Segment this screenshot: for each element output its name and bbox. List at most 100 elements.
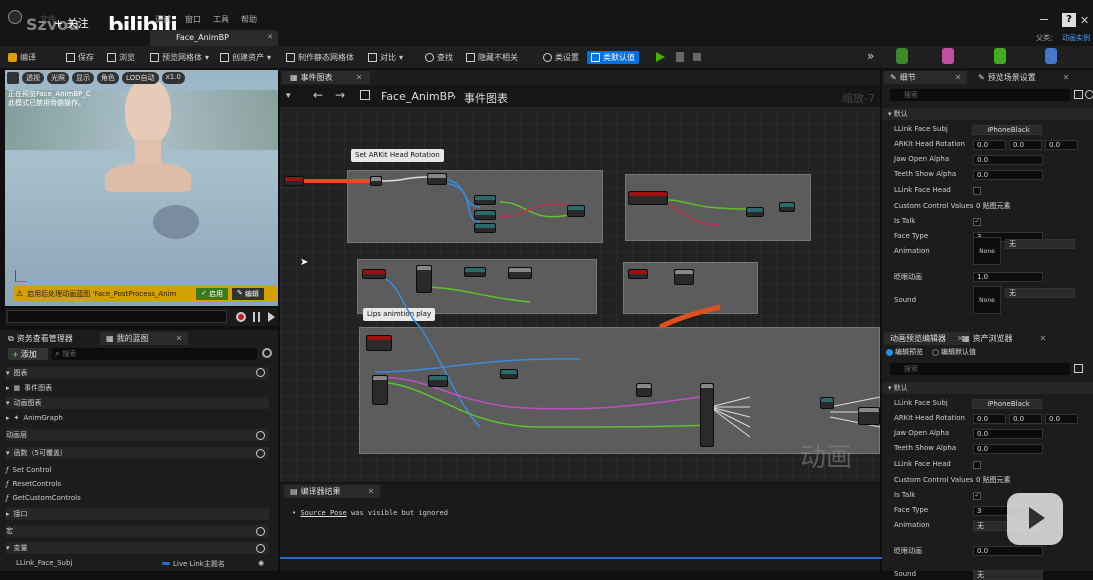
- close-tab-icon[interactable]: ✕: [176, 334, 183, 343]
- event-node[interactable]: [284, 176, 304, 186]
- preview-prop-value[interactable]: 0 贴图元素: [973, 476, 1033, 486]
- details-prop-value[interactable]: 0.0: [973, 170, 1043, 180]
- tab-compiler-results[interactable]: ▤ 编译器结果 ✕: [284, 485, 381, 498]
- settings-gear-icon[interactable]: [262, 348, 272, 358]
- graph-node[interactable]: [628, 269, 648, 279]
- graph-node[interactable]: [474, 195, 496, 205]
- section-graphs[interactable]: ▾ 图表: [6, 367, 269, 379]
- minimize-icon[interactable]: [1040, 19, 1048, 20]
- hide-unrelated-button[interactable]: 隐藏不相关: [466, 51, 518, 64]
- source-pose-link[interactable]: Source Pose: [300, 509, 346, 517]
- section-anim-layers[interactable]: 动画层: [6, 429, 269, 441]
- tab-anim-preview-editor[interactable]: 动画预览编辑器 ✕: [884, 332, 970, 345]
- graph-node[interactable]: [366, 335, 392, 351]
- section-variables[interactable]: ▾ 变量: [6, 542, 269, 554]
- asset-thumbnail[interactable]: None: [973, 286, 1001, 314]
- close-window-icon[interactable]: ✕: [1080, 14, 1089, 27]
- preview-prop-value[interactable]: 0.0: [973, 414, 1006, 424]
- enable-postprocess-button[interactable]: ✓ 启用: [196, 287, 229, 300]
- tab-event-graph[interactable]: ▦ 事件图表 ✕: [282, 71, 371, 84]
- details-prop-value[interactable]: 无: [1005, 239, 1075, 249]
- character-button[interactable]: 角色: [97, 72, 119, 84]
- details-prop-value[interactable]: 0 贴图元素: [973, 202, 1033, 212]
- graph-node[interactable]: [500, 369, 518, 379]
- graph-node[interactable]: [428, 375, 448, 387]
- breadcrumb-graph[interactable]: 事件图表: [464, 90, 508, 106]
- play-icon[interactable]: [656, 52, 665, 62]
- pause-icon[interactable]: [253, 312, 260, 322]
- table-view-icon[interactable]: [1074, 90, 1083, 99]
- tab-details[interactable]: ✎ 细节 ✕: [884, 71, 968, 84]
- browse-button[interactable]: 浏览: [107, 51, 135, 64]
- graph-node[interactable]: [474, 210, 496, 220]
- graph-node[interactable]: [427, 173, 447, 185]
- playback-speed-button[interactable]: x1.0: [161, 72, 185, 84]
- menu-item-help[interactable]: 帮助: [241, 14, 257, 25]
- details-search-input[interactable]: 搜索: [890, 89, 1070, 101]
- details-prop-value[interactable]: 无: [1005, 288, 1075, 298]
- table-view-icon[interactable]: [1074, 364, 1083, 373]
- details-checkbox[interactable]: [973, 187, 981, 195]
- details-section-default[interactable]: ▾ 默认: [882, 108, 1093, 120]
- variable-row[interactable]: LLink_Face_Subj Live Link主题名 ◉: [16, 558, 271, 570]
- graph-node[interactable]: [372, 375, 388, 405]
- visibility-eye-icon[interactable]: ◉: [258, 559, 264, 567]
- details-prop-value[interactable]: 0.0: [973, 140, 1006, 150]
- menu-item-file[interactable]: 文件: [40, 14, 56, 25]
- viewport[interactable]: 透视 光照 显示 角色 LOD自动 x1.0 正在预览Face_AnimBP_C…: [5, 70, 278, 306]
- viewport-menu-icon[interactable]: [7, 72, 19, 84]
- preview-prop-value[interactable]: 无: [973, 570, 1043, 580]
- follow-button[interactable]: + 关注: [54, 15, 89, 31]
- create-asset-button[interactable]: 创建资产 ▾: [220, 51, 271, 64]
- graph-node[interactable]: [370, 176, 382, 186]
- close-tab-icon[interactable]: ✕: [1063, 73, 1070, 82]
- close-tab-icon[interactable]: ✕: [356, 73, 363, 82]
- graph-node[interactable]: [474, 223, 496, 233]
- details-settings-icon[interactable]: [1085, 90, 1093, 99]
- parent-class-value[interactable]: 动画实例: [1062, 33, 1090, 43]
- class-defaults-button[interactable]: 类默认值: [587, 51, 639, 64]
- show-button[interactable]: 显示: [72, 72, 94, 84]
- add-button[interactable]: + 添加: [8, 348, 48, 360]
- section-macros[interactable]: 宏: [6, 525, 269, 537]
- item-get-custom-controls[interactable]: ƒ GetCustomControls: [6, 492, 269, 504]
- section-anim-graphs[interactable]: ▾ 动画图表: [6, 397, 269, 409]
- blueprint-search-input[interactable]: ⌕ 搜索: [52, 348, 257, 360]
- graph-canvas[interactable]: Set ARKit Head Rotation Lips animtion pl…: [280, 107, 880, 482]
- play-forward-icon[interactable]: [268, 312, 275, 322]
- details-prop-value[interactable]: 1.0: [973, 272, 1043, 282]
- radio-edit-defaults[interactable]: 编辑默认值: [932, 347, 976, 357]
- graph-node[interactable]: [746, 207, 764, 217]
- preview-section-default[interactable]: ▾ 默认: [882, 382, 1093, 394]
- switch-node[interactable]: [700, 383, 714, 447]
- preview-prop-value[interactable]: 0.0: [973, 444, 1043, 454]
- tab-asset-browser[interactable]: ▦ 资产浏览器 ✕: [962, 332, 1046, 345]
- breadcrumb-blueprint[interactable]: Face_AnimBP: [381, 90, 454, 103]
- item-anim-graph[interactable]: ▸ ✦ AnimGraph: [6, 412, 269, 424]
- preview-prop-value[interactable]: 0.0: [973, 429, 1043, 439]
- back-arrow-icon[interactable]: ←: [313, 88, 323, 102]
- asset-thumbnail[interactable]: None: [973, 237, 1001, 265]
- add-macro-icon[interactable]: [256, 527, 265, 536]
- graph-node[interactable]: [820, 397, 834, 409]
- forward-arrow-icon[interactable]: →: [335, 88, 345, 102]
- menu-item-window[interactable]: 窗口: [185, 14, 201, 25]
- preview-mesh-button[interactable]: 预览网格体 ▾: [150, 51, 209, 64]
- help-icon[interactable]: ?: [1062, 13, 1076, 27]
- item-set-control[interactable]: ƒ Set Control: [6, 464, 269, 476]
- lod-button[interactable]: LOD自动: [122, 72, 159, 84]
- mesh-mode-icon[interactable]: [942, 48, 954, 64]
- preview-prop-value[interactable]: 0.0: [973, 546, 1043, 556]
- graph-node[interactable]: [636, 383, 652, 397]
- details-prop-value[interactable]: 0.0: [973, 155, 1043, 165]
- preview-checkbox[interactable]: ✓: [973, 492, 981, 500]
- details-checkbox[interactable]: ✓: [973, 218, 981, 226]
- edit-postprocess-button[interactable]: ✎ 编辑: [232, 287, 264, 300]
- graph-node[interactable]: [508, 267, 532, 279]
- graph-menu-icon[interactable]: ▾: [286, 91, 291, 101]
- menu-item-debug[interactable]: 调试: [155, 14, 171, 25]
- find-button[interactable]: 查找: [425, 51, 453, 64]
- save-button[interactable]: 保存: [66, 51, 94, 64]
- graph-node[interactable]: [674, 269, 694, 285]
- radio-edit-preview[interactable]: 编辑预览: [886, 347, 923, 357]
